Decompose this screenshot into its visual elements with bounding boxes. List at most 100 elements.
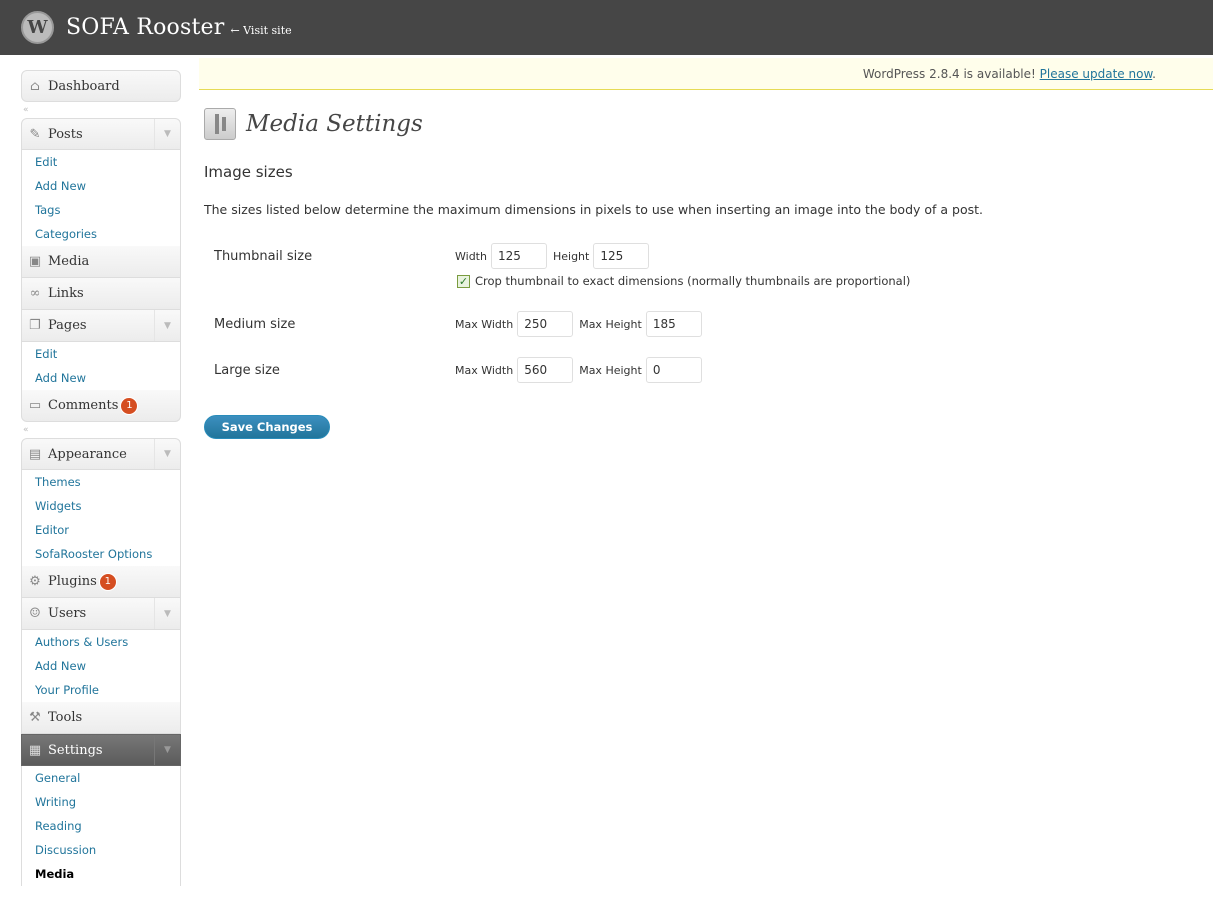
submenu-item-reading[interactable]: Reading: [22, 814, 180, 838]
tools-icon: ⚒: [29, 710, 41, 725]
pages-icon: ❐: [29, 318, 41, 333]
comment-icon: ▭: [28, 398, 42, 413]
link-icon: ∞: [29, 286, 41, 301]
submenu-item-media[interactable]: Media: [22, 862, 180, 886]
thumbnail-height-label: Height: [552, 249, 590, 263]
menu-collapse-separator[interactable]: «: [21, 102, 181, 118]
update-now-link[interactable]: Please update now: [1040, 67, 1153, 81]
save-changes-button[interactable]: Save Changes: [204, 415, 330, 439]
menu-users-label: Users: [48, 606, 87, 621]
menu-posts-label: Posts: [48, 126, 83, 142]
menu-links-label: Links: [48, 286, 84, 301]
medium-size-label: Medium size: [214, 317, 296, 332]
menu-dashboard[interactable]: ⌂ Dashboard: [21, 70, 181, 102]
medium-height-input[interactable]: [645, 311, 702, 337]
menu-plugins[interactable]: ⚙ Plugins 1: [21, 566, 181, 598]
crop-thumbnail-row: ✓ Crop thumbnail to exact dimensions (no…: [457, 274, 910, 288]
medium-width-input[interactable]: [517, 311, 574, 337]
crop-thumbnail-checkbox[interactable]: ✓: [457, 274, 470, 288]
submenu-item-posts-add-new[interactable]: Add New: [22, 174, 180, 198]
submenu-pages: Edit Add New: [21, 342, 181, 390]
page-title: Media Settings: [246, 111, 423, 137]
thumbnail-width-label: Width: [455, 249, 487, 263]
chevron-down-icon[interactable]: ▼: [154, 598, 180, 629]
section-description: The sizes listed below determine the max…: [204, 202, 984, 217]
menu-pages-label: Pages: [48, 318, 87, 333]
update-nag-text: WordPress 2.8.4 is available!: [862, 67, 1040, 81]
wordpress-logo-icon: W: [21, 11, 54, 44]
section-title: Image sizes: [204, 163, 293, 181]
submenu-item-posts-edit[interactable]: Edit: [22, 150, 180, 174]
media-icon: ▣: [28, 254, 42, 269]
plugin-icon: ⚙: [29, 574, 41, 589]
update-nag: WordPress 2.8.4 is available! Please upd…: [199, 58, 1213, 90]
submenu-item-discussion[interactable]: Discussion: [22, 838, 180, 862]
menu-tools[interactable]: ⚒ Tools: [21, 702, 181, 734]
submenu-item-pages-add-new[interactable]: Add New: [22, 366, 180, 390]
menu-comments[interactable]: ▭ Comments 1: [21, 390, 181, 422]
medium-height-label: Max Height: [579, 317, 642, 331]
menu-users[interactable]: ☺ Users ▼: [21, 598, 181, 630]
comments-count-badge: 1: [120, 396, 139, 415]
pushpin-icon: ✎: [29, 126, 41, 142]
visit-site-link[interactable]: ← Visit site: [230, 24, 291, 37]
menu-dashboard-label: Dashboard: [48, 78, 120, 94]
thumbnail-size-label: Thumbnail size: [214, 249, 313, 264]
submenu-item-users-add-new[interactable]: Add New: [22, 654, 180, 678]
chevron-down-icon[interactable]: ▼: [154, 439, 180, 469]
menu-settings[interactable]: ▦ Settings ▼: [21, 734, 181, 766]
chevron-down-icon[interactable]: ▼: [154, 735, 180, 765]
menu-links[interactable]: ∞ Links: [21, 278, 181, 310]
submenu-posts: Edit Add New Tags Categories: [21, 150, 181, 246]
main-content: Media Settings Image sizes The sizes lis…: [204, 105, 1194, 439]
update-nag-suffix: .: [1152, 67, 1156, 81]
submenu-users: Authors & Users Add New Your Profile: [21, 630, 181, 702]
submenu-settings: General Writing Reading Discussion Media: [21, 766, 181, 886]
crop-thumbnail-label: Crop thumbnail to exact dimensions (norm…: [475, 274, 911, 288]
submenu-item-authors-users[interactable]: Authors & Users: [22, 630, 180, 654]
menu-posts[interactable]: ✎ Posts ▼: [21, 118, 181, 150]
large-width-input[interactable]: [517, 357, 574, 383]
medium-width-label: Max Width: [455, 317, 514, 331]
logo-glyph: W: [27, 17, 48, 38]
submenu-item-sofarooster-options[interactable]: SofaRooster Options: [22, 542, 180, 566]
menu-tools-label: Tools: [48, 710, 83, 725]
menu-plugins-label: Plugins: [48, 574, 97, 589]
menu-media[interactable]: ▣ Media: [21, 246, 181, 278]
submenu-item-categories[interactable]: Categories: [22, 222, 180, 246]
submenu-item-themes[interactable]: Themes: [22, 470, 180, 494]
submenu-item-pages-edit[interactable]: Edit: [22, 342, 180, 366]
submenu-item-editor[interactable]: Editor: [22, 518, 180, 542]
submenu-item-tags[interactable]: Tags: [22, 198, 180, 222]
admin-header: W SOFA Rooster ← Visit site: [0, 0, 1213, 55]
thumbnail-height-input[interactable]: [593, 243, 650, 269]
settings-page-icon: [204, 108, 236, 140]
large-height-input[interactable]: [645, 357, 702, 383]
plugins-count-badge: 1: [98, 572, 117, 591]
menu-media-label: Media: [48, 254, 90, 269]
menu-comments-label: Comments: [48, 398, 119, 413]
home-icon: ⌂: [30, 78, 40, 94]
submenu-item-writing[interactable]: Writing: [22, 790, 180, 814]
settings-icon: ▦: [28, 742, 42, 758]
submenu-item-your-profile[interactable]: Your Profile: [22, 678, 180, 702]
users-icon: ☺: [29, 606, 41, 621]
menu-settings-label: Settings: [48, 742, 103, 758]
large-width-label: Max Width: [455, 363, 514, 377]
submenu-item-general[interactable]: General: [22, 766, 180, 790]
page-heading: Media Settings: [204, 105, 1194, 143]
menu-collapse-separator[interactable]: «: [21, 422, 181, 438]
admin-menu: ⌂ Dashboard « ✎ Posts ▼ Edit Add New Tag…: [21, 70, 181, 886]
medium-size-fields: Max Width Max Height: [455, 311, 702, 337]
menu-appearance[interactable]: ▤ Appearance ▼: [21, 438, 181, 470]
appearance-icon: ▤: [28, 446, 42, 462]
thumbnail-size-fields: Width Height: [455, 243, 650, 269]
chevron-down-icon[interactable]: ▼: [154, 119, 180, 149]
submenu-item-widgets[interactable]: Widgets: [22, 494, 180, 518]
site-title: SOFA Rooster: [66, 15, 225, 40]
thumbnail-width-input[interactable]: [490, 243, 547, 269]
submenu-appearance: Themes Widgets Editor SofaRooster Option…: [21, 470, 181, 566]
menu-pages[interactable]: ❐ Pages ▼: [21, 310, 181, 342]
large-size-fields: Max Width Max Height: [455, 357, 702, 383]
chevron-down-icon[interactable]: ▼: [154, 310, 180, 341]
